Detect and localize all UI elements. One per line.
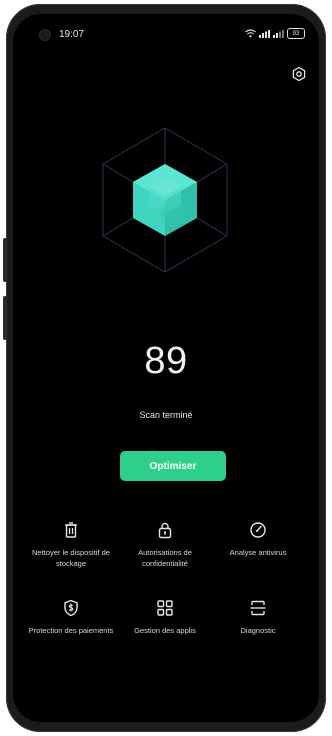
tool-app-management[interactable]: Gestion des applis bbox=[115, 599, 215, 636]
tool-label: Gestion des applis bbox=[134, 626, 196, 635]
screen: 19:07 93 89 Scan terminé Optimiser Netto… bbox=[13, 14, 319, 722]
status-time: 19:07 bbox=[59, 29, 85, 40]
lock-icon bbox=[156, 521, 174, 539]
signal-icon-2 bbox=[273, 29, 284, 38]
battery-icon: 93 bbox=[287, 28, 305, 39]
tool-label: Nettoyer le dispositif de stockage bbox=[32, 548, 110, 568]
optimize-button[interactable]: Optimiser bbox=[120, 451, 226, 481]
speedometer-icon bbox=[249, 521, 267, 539]
wifi-icon bbox=[245, 29, 256, 38]
settings-button[interactable] bbox=[291, 66, 307, 82]
signal-icon bbox=[259, 29, 270, 38]
tool-label: Autorisations de confidentialité bbox=[138, 548, 192, 568]
tool-label: Protection des paiements bbox=[28, 626, 114, 635]
volume-button bbox=[3, 238, 7, 282]
power-button bbox=[3, 296, 7, 340]
tool-antivirus-scan[interactable]: Analyse antivirus bbox=[208, 521, 308, 558]
dollar-shield-icon bbox=[62, 599, 80, 617]
status-bar: 19:07 93 bbox=[13, 14, 319, 44]
security-score: 89 bbox=[144, 340, 188, 382]
tool-label: Diagnostic bbox=[240, 626, 276, 635]
scan-status-text: Scan terminé bbox=[139, 410, 193, 420]
diagnostic-icon bbox=[249, 599, 267, 617]
security-cube-graphic bbox=[101, 126, 229, 274]
app-grid-icon bbox=[156, 599, 174, 617]
status-icons: 93 bbox=[245, 28, 305, 39]
front-camera bbox=[40, 30, 50, 40]
trash-icon bbox=[62, 521, 80, 539]
tool-label: Analyse antivirus bbox=[229, 548, 287, 557]
tool-privacy-permissions[interactable]: Autorisations de confidentialité bbox=[115, 521, 215, 569]
tool-diagnostic[interactable]: Diagnostic bbox=[208, 599, 308, 636]
tool-clean-storage[interactable]: Nettoyer le dispositif de stockage bbox=[21, 521, 121, 569]
gear-icon bbox=[291, 66, 307, 86]
tool-payment-protection[interactable]: Protection des paiements bbox=[21, 599, 121, 636]
